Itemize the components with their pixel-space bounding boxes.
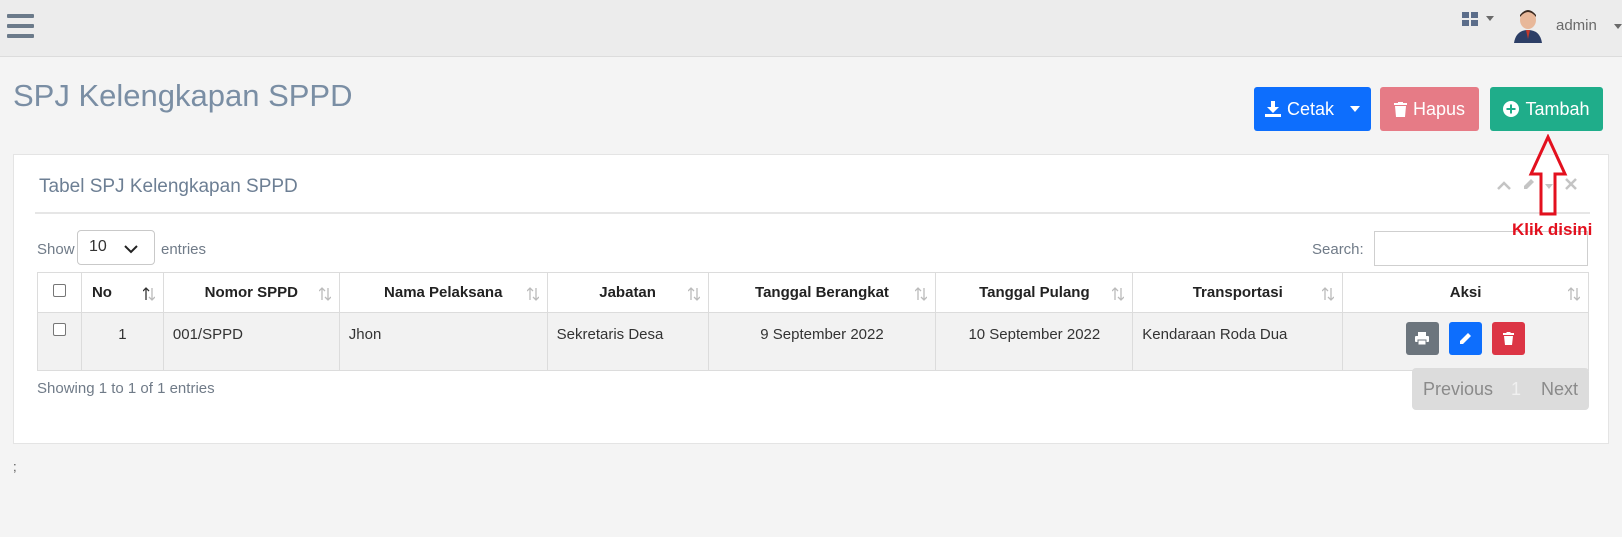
column-header-tanggal-pulang[interactable]: Tanggal Pulang xyxy=(935,272,1134,313)
cell-jabatan: Sekretaris Desa xyxy=(546,312,709,371)
column-header-no[interactable]: No xyxy=(80,272,164,313)
cell-transportasi: Kendaraan Roda Dua xyxy=(1132,312,1344,371)
annotation-label: Klik disini xyxy=(1512,220,1593,239)
column-label: Aksi xyxy=(1449,284,1482,301)
column-header-tanggal-berangkat[interactable]: Tanggal Berangkat xyxy=(707,272,937,313)
download-icon xyxy=(1264,101,1281,117)
hapus-button[interactable]: Hapus xyxy=(1380,87,1479,131)
chevron-down-icon xyxy=(1486,16,1494,21)
collapse-icon[interactable] xyxy=(1497,180,1511,190)
entries-value: 10 xyxy=(89,238,107,255)
column-header-nama-pelaksana[interactable]: Nama Pelaksana xyxy=(338,272,548,313)
user-name: admin xyxy=(1556,17,1597,34)
select-all-header xyxy=(37,272,82,313)
column-label: Tanggal Berangkat xyxy=(755,284,889,301)
grid-icon xyxy=(1462,12,1478,26)
cell-tanggal-pulang: 10 September 2022 xyxy=(935,312,1134,371)
entries-label: entries xyxy=(161,241,207,258)
table-info: Showing 1 to 1 of 1 entries xyxy=(37,380,215,397)
pencil-icon xyxy=(1460,333,1472,344)
trash-icon xyxy=(1393,101,1407,117)
sort-asc-icon xyxy=(142,287,155,301)
column-label: Nama Pelaksana xyxy=(384,284,503,301)
next-button[interactable]: Next xyxy=(1541,379,1578,400)
page-title: SPJ Kelengkapan SPPD xyxy=(13,78,353,113)
column-header-aksi[interactable]: Aksi xyxy=(1342,272,1589,313)
edit-button[interactable] xyxy=(1449,322,1483,355)
column-header-nomor-sppd[interactable]: Nomor SPPD xyxy=(162,272,340,313)
row-checkbox[interactable] xyxy=(52,323,66,336)
select-all-checkbox[interactable] xyxy=(52,284,66,297)
column-label: Nomor SPPD xyxy=(204,284,299,301)
top-navbar: admin xyxy=(0,0,1622,57)
chevron-down-icon xyxy=(1350,106,1361,112)
column-label: Transportasi xyxy=(1192,284,1283,301)
table-header-row: No Nomor SPPD Nama Pelaksana Jabatan Tan… xyxy=(37,272,1589,313)
trash-icon xyxy=(1503,332,1515,345)
page-1-button[interactable]: 1 xyxy=(1511,379,1521,400)
previous-button[interactable]: Previous xyxy=(1423,379,1493,400)
footer-text: ; xyxy=(13,459,17,474)
annotation-arrow xyxy=(1528,134,1568,216)
chevron-down-icon xyxy=(1614,24,1622,29)
plus-circle-icon xyxy=(1503,101,1520,117)
column-label: Tanggal Pulang xyxy=(979,284,1090,301)
column-label: Jabatan xyxy=(599,284,656,301)
cetak-label: Cetak xyxy=(1286,98,1335,119)
column-header-transportasi[interactable]: Transportasi xyxy=(1132,272,1344,313)
hapus-label: Hapus xyxy=(1412,98,1466,119)
cell-nama-pelaksana: Jhon xyxy=(338,312,548,371)
table-row: 1 001/SPPD Jhon Sekretaris Desa 9 Septem… xyxy=(37,312,1589,371)
table-panel: Tabel SPJ Kelengkapan SPPD Show 10 entri… xyxy=(13,154,1609,444)
delete-button[interactable] xyxy=(1492,322,1526,355)
cell-nomor-sppd: 001/SPPD xyxy=(162,312,340,371)
sort-icon xyxy=(318,287,331,301)
column-header-jabatan[interactable]: Jabatan xyxy=(546,272,709,313)
sort-icon xyxy=(687,287,700,301)
avatar xyxy=(1514,10,1542,43)
row-select-cell xyxy=(37,312,82,371)
sort-icon xyxy=(1568,287,1580,301)
column-label: No xyxy=(91,284,112,301)
cell-aksi xyxy=(1342,312,1589,371)
divider xyxy=(35,212,1590,214)
pagination: Previous 1 Next xyxy=(1412,368,1589,410)
data-table: No Nomor SPPD Nama Pelaksana Jabatan Tan… xyxy=(37,272,1589,371)
search-label: Search: xyxy=(1312,241,1364,258)
panel-title: Tabel SPJ Kelengkapan SPPD xyxy=(39,176,298,197)
sort-icon xyxy=(915,287,928,301)
chevron-down-icon xyxy=(124,245,138,254)
user-menu[interactable]: admin xyxy=(1512,6,1622,46)
entries-select[interactable]: 10 xyxy=(77,230,155,265)
tambah-button[interactable]: Tambah xyxy=(1490,87,1603,131)
sort-icon xyxy=(1322,287,1335,301)
cetak-button[interactable]: Cetak xyxy=(1254,87,1371,131)
cell-no: 1 xyxy=(80,312,164,371)
tambah-label: Tambah xyxy=(1525,98,1590,119)
apps-grid-menu[interactable] xyxy=(1462,11,1496,31)
cell-tanggal-berangkat: 9 September 2022 xyxy=(707,312,937,371)
show-label: Show xyxy=(37,241,75,258)
sort-icon xyxy=(1112,287,1125,301)
menu-icon[interactable] xyxy=(7,14,34,38)
sort-icon xyxy=(526,287,539,301)
print-icon xyxy=(1415,332,1430,345)
print-button[interactable] xyxy=(1405,322,1439,355)
